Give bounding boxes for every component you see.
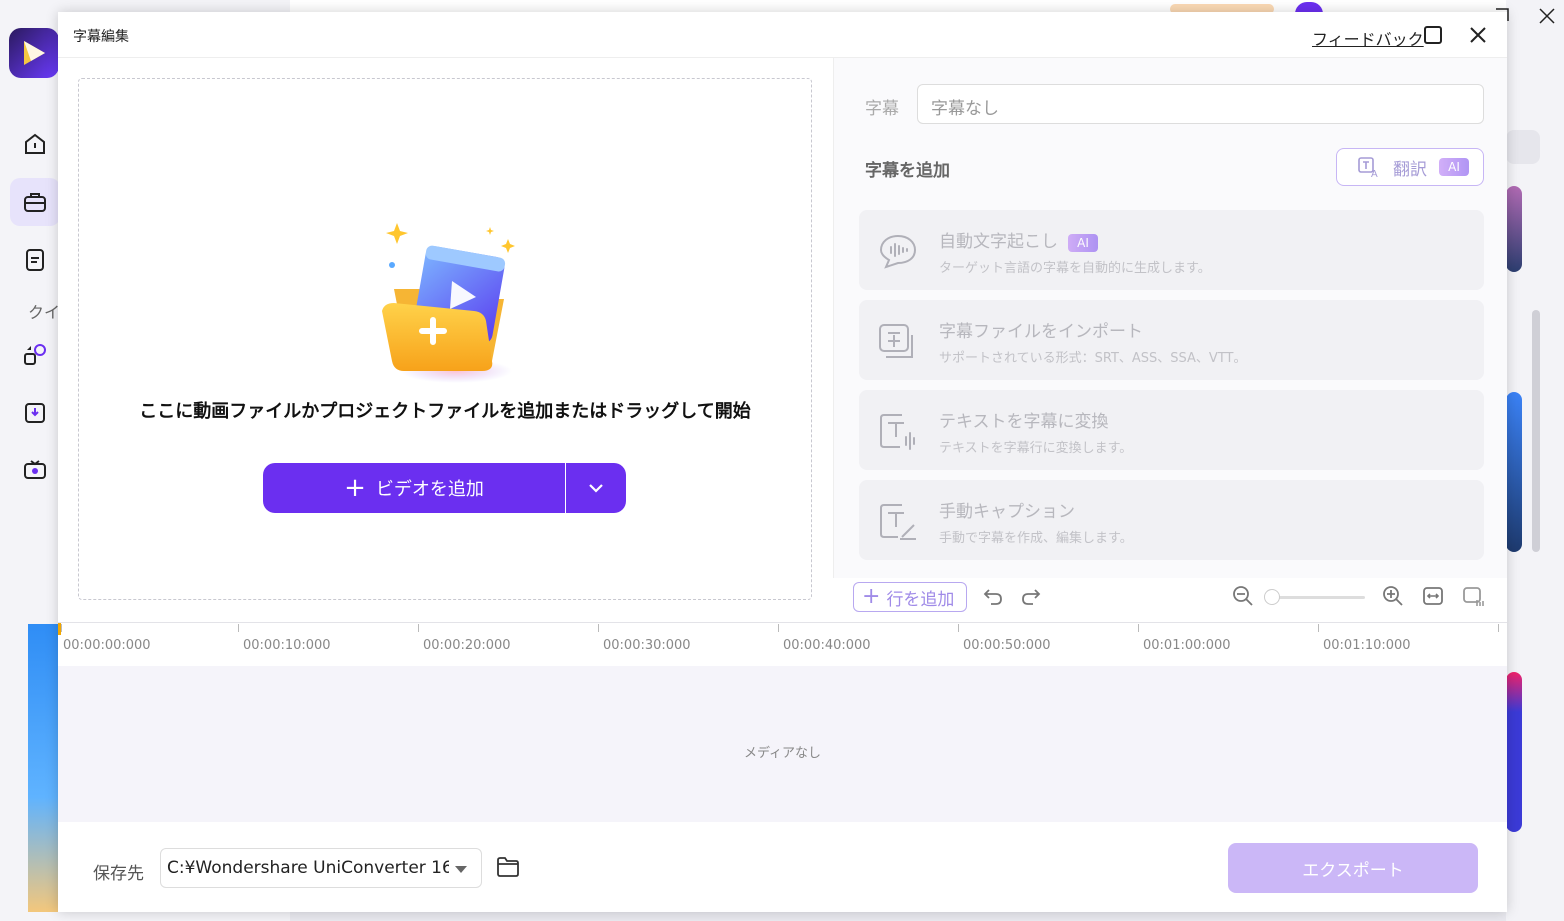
fit-width-icon[interactable]: [1421, 584, 1445, 608]
plus-icon: +: [344, 473, 366, 503]
background-bottom-strip: [290, 912, 1506, 921]
zoom-slider-track[interactable]: [1265, 596, 1365, 599]
text-to-subtitle-option[interactable]: テキストを字幕に変換 テキストを字幕行に変換します。: [859, 390, 1484, 470]
close-icon[interactable]: [1537, 4, 1557, 31]
time-tick-label: 00:00:00:000: [63, 638, 151, 653]
time-tick-label: 00:00:50:000: [963, 638, 1051, 653]
save-path-select[interactable]: C:¥Wondershare UniConverter 16¥Subtitle …: [160, 848, 482, 888]
dialog-title: 字幕編集: [73, 29, 129, 45]
translate-label: 翻訳: [1393, 159, 1427, 180]
no-media-text: メディアなし: [743, 746, 822, 761]
add-video-button[interactable]: + ビデオを追加: [263, 463, 565, 513]
option-description: 手動で字幕を作成、編集します。: [939, 531, 1133, 546]
background-thumbnail: [1506, 392, 1522, 552]
option-description: ターゲット言語の字幕を自動的に生成します。: [939, 261, 1211, 276]
convert-icon[interactable]: [10, 331, 60, 379]
add-subtitle-heading: 字幕を追加: [865, 161, 950, 181]
zoom-in-icon[interactable]: [1381, 584, 1405, 608]
feedback-link[interactable]: フィードバック: [1312, 26, 1424, 50]
svg-text:A: A: [1371, 169, 1378, 178]
maximize-icon[interactable]: [1422, 24, 1444, 46]
option-title: テキストを字幕に変換: [939, 412, 1109, 432]
add-video-dropdown-button[interactable]: [566, 463, 626, 513]
dropdown-caret-icon: [455, 866, 467, 873]
edit-download-icon[interactable]: [10, 389, 60, 437]
time-tick-label: 00:01:10:000: [1323, 638, 1411, 653]
home-icon[interactable]: [10, 120, 60, 168]
time-tick-label: 00:00:40:000: [783, 638, 871, 653]
subtitle-track-label: 字幕: [865, 99, 899, 119]
undo-icon[interactable]: [981, 584, 1005, 608]
auto-transcribe-option[interactable]: 自動文字起こし AI ターゲット言語の字幕を自動的に生成します。: [859, 210, 1484, 290]
time-tick-label: 00:00:30:000: [603, 638, 691, 653]
subtitle-toolbar: + 行を追加: [833, 578, 1507, 622]
app-logo: [9, 28, 59, 78]
redo-icon[interactable]: [1019, 584, 1043, 608]
timeline-ruler[interactable]: 00:00:00:000 00:00:10:000 00:00:20:000 0…: [58, 622, 1507, 666]
import-subtitle-icon: [879, 324, 913, 358]
document-icon[interactable]: [10, 236, 60, 284]
background-card: [1506, 130, 1540, 164]
subtitle-options-panel: 字幕 字幕なし 字幕を追加 A 翻訳 AI 自動文字起こし AI ターゲット言語の…: [833, 58, 1507, 578]
save-path-value: C:¥Wondershare UniConverter 16¥Subtitle …: [167, 858, 449, 878]
add-folder-video-illustration: [374, 211, 534, 386]
option-description: サポートされている形式：SRT、ASS、SSA、VTT。: [939, 351, 1247, 366]
manual-caption-option[interactable]: 手動キャプション 手動で字幕を作成、編集します。: [859, 480, 1484, 560]
translate-button[interactable]: A 翻訳 AI: [1336, 148, 1484, 186]
background-thumbnail: [1506, 672, 1522, 832]
ai-badge: AI: [1439, 158, 1469, 176]
ai-badge: AI: [1068, 234, 1098, 252]
translate-icon: A: [1358, 157, 1378, 178]
text-to-audio-icon: [880, 414, 915, 450]
option-description: テキストを字幕行に変換します。: [939, 441, 1133, 456]
manual-text-edit-icon: [880, 504, 916, 540]
subtitle-track-select[interactable]: 字幕なし: [917, 84, 1484, 124]
background-scrollbar[interactable]: [1532, 310, 1540, 552]
add-row-button[interactable]: + 行を追加: [853, 582, 967, 612]
export-bar: 保存先 C:¥Wondershare UniConverter 16¥Subti…: [58, 822, 1507, 912]
speech-bubble-waveform-icon: [879, 234, 917, 269]
timeline[interactable]: 00:00:00:000 00:00:10:000 00:00:20:000 0…: [58, 622, 1507, 822]
import-subtitle-option[interactable]: 字幕ファイルをインポート サポートされている形式：SRT、ASS、SSA、VTT…: [859, 300, 1484, 380]
add-row-label: 行を追加: [886, 589, 955, 610]
time-tick-label: 00:00:10:000: [243, 638, 331, 653]
open-folder-icon[interactable]: [496, 856, 520, 878]
option-title: 字幕ファイルをインポート: [939, 322, 1143, 342]
background-promo-banner: [28, 624, 60, 912]
audio-waveform-icon[interactable]: [1461, 584, 1485, 608]
export-button[interactable]: エクスポート: [1228, 843, 1478, 893]
add-video-label: ビデオを追加: [375, 479, 484, 500]
option-title: 自動文字起こし AI: [939, 227, 1098, 252]
subtitle-editor-dialog: 字幕編集 フィードバック ここに動画ファイルかプロジェクトファイルを追加またはド…: [58, 12, 1507, 912]
screen-record-icon[interactable]: [10, 447, 60, 495]
close-icon[interactable]: [1467, 24, 1489, 46]
option-title: 手動キャプション: [939, 502, 1075, 522]
background-top-strip: [290, 0, 1564, 12]
zoom-slider-handle[interactable]: [1264, 589, 1280, 605]
toolbox-icon[interactable]: [10, 178, 60, 226]
time-tick-label: 00:00:20:000: [423, 638, 511, 653]
plus-icon: +: [862, 584, 881, 609]
time-tick-label: 00:01:00:000: [1143, 638, 1231, 653]
media-drop-zone[interactable]: ここに動画ファイルかプロジェクトファイルを追加またはドラッグして開始 + ビデオ…: [78, 78, 812, 600]
zoom-out-icon[interactable]: [1231, 584, 1255, 608]
nav-section-label: クイ: [28, 303, 61, 322]
dialog-title-bar: 字幕編集 フィードバック: [58, 12, 1507, 58]
save-location-label: 保存先: [93, 864, 144, 884]
drop-instruction: ここに動画ファイルかプロジェクトファイルを追加またはドラッグして開始: [139, 401, 751, 422]
background-thumbnail: [1506, 186, 1522, 272]
chevron-down-icon: [589, 484, 603, 493]
